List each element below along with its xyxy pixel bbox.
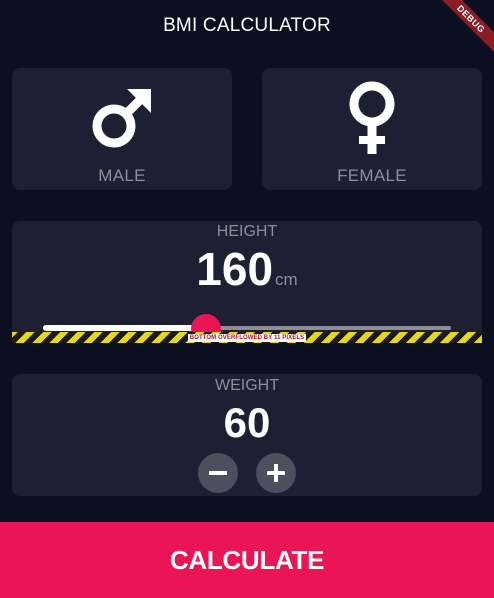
weight-label: WEIGHT [215, 377, 279, 394]
overflow-warning-stripe: BOTTOM OVERFLOWED BY 11 PIXELS [12, 332, 482, 343]
weight-decrement-button[interactable] [198, 453, 238, 493]
overflow-warning-text: BOTTOM OVERFLOWED BY 11 PIXELS [187, 333, 307, 342]
male-label: MALE [98, 166, 146, 185]
female-label: FEMALE [337, 166, 407, 185]
male-card[interactable]: MALE [12, 68, 232, 190]
calculate-label: CALCULATE [169, 544, 325, 575]
female-symbol-icon [337, 80, 407, 156]
female-card[interactable]: FEMALE [262, 68, 482, 190]
plus-icon [267, 464, 285, 482]
weight-increment-button[interactable] [256, 453, 296, 493]
height-readout: 160 cm [12, 243, 482, 295]
slider-active-track [43, 325, 207, 331]
calculate-button[interactable]: CALCULATE [0, 522, 494, 598]
height-label: HEIGHT [216, 223, 278, 240]
height-value: 160 [196, 243, 274, 295]
height-unit: cm [275, 270, 298, 289]
height-card: HEIGHT 160 cm [12, 221, 482, 343]
male-symbol-icon [87, 80, 157, 156]
weight-card: WEIGHT 60 [12, 374, 482, 496]
weight-value: 60 [223, 399, 271, 446]
minus-icon [209, 471, 227, 475]
weight-readout: 60 [12, 398, 482, 448]
app-bar: BMI CALCULATOR [0, 0, 494, 52]
app-title: BMI CALCULATOR [163, 15, 331, 36]
